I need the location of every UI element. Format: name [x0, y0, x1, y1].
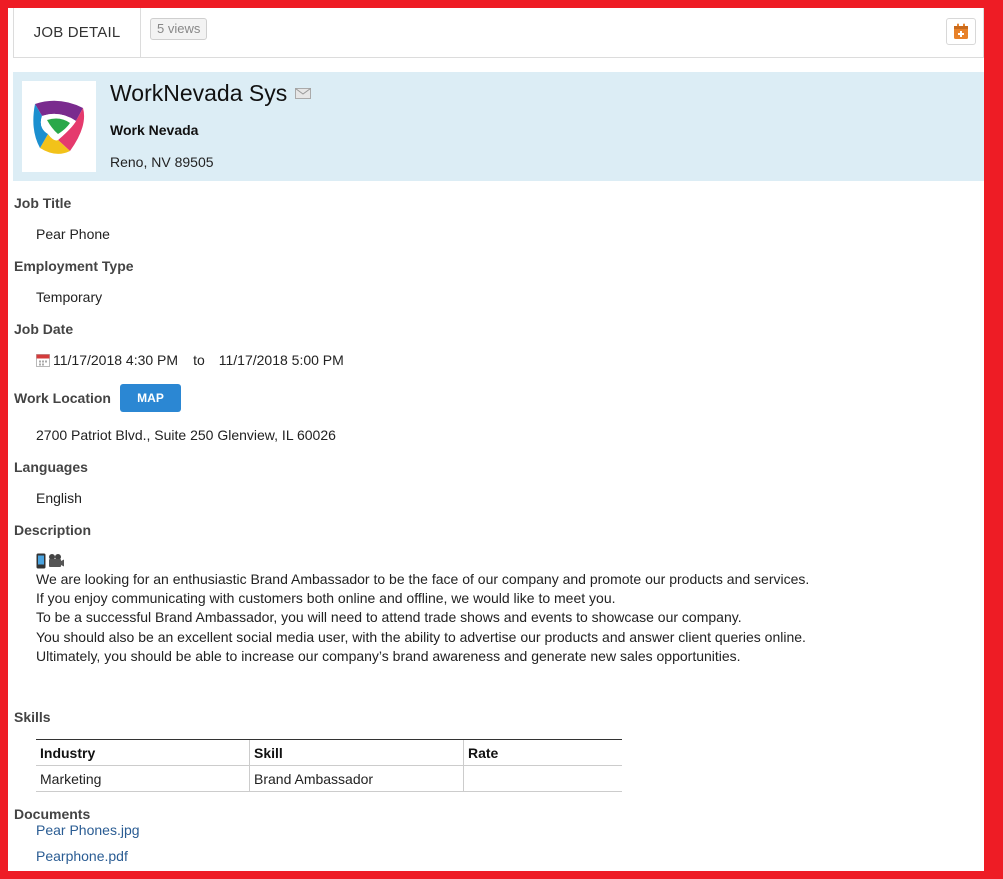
description-line: We are looking for an enthusiastic Brand… [36, 571, 810, 587]
skills-label: Skills [14, 709, 51, 725]
documents-label: Documents [14, 806, 91, 822]
mobile-phone-icon [36, 553, 46, 568]
description-label: Description [14, 522, 92, 538]
skills-header-row: Industry Skill Rate [36, 739, 622, 766]
video-camera-icon [49, 554, 64, 567]
skills-table: Industry Skill Rate Marketing Brand Amba… [36, 739, 622, 792]
cell-rate [463, 765, 622, 792]
company-subtitle: Work Nevada [110, 122, 199, 138]
cell-skill: Brand Ambassador [249, 765, 464, 792]
add-to-calendar-button[interactable] [946, 18, 976, 45]
document-link-jpg[interactable]: Pear Phones.jpg [36, 822, 140, 838]
company-location: Reno, NV 89505 [110, 154, 214, 170]
company-name: WorkNevada Sys [110, 80, 312, 107]
calendar-plus-icon [954, 23, 968, 39]
work-location-label: Work Location [14, 390, 111, 406]
company-name-text: WorkNevada Sys [110, 80, 288, 106]
description-body: We are looking for an enthusiastic Brand… [36, 552, 809, 666]
column-header-industry: Industry [36, 739, 250, 766]
column-header-skill: Skill [249, 739, 464, 766]
worknevada-logo-icon [33, 100, 85, 154]
job-date-separator: to [193, 352, 205, 368]
job-detail-panel: JOB DETAIL 5 views WorkNevada Sys Work N… [8, 8, 984, 871]
employment-type-label: Employment Type [14, 258, 134, 274]
work-location-value: 2700 Patriot Blvd., Suite 250 Glenview, … [36, 427, 336, 443]
views-badge: 5 views [150, 18, 208, 40]
job-date-label: Job Date [14, 321, 74, 337]
description-emoji-row [36, 552, 809, 569]
languages-value: English [36, 490, 82, 506]
company-banner: WorkNevada Sys Work Nevada Reno, NV 8950… [13, 72, 984, 181]
description-line: Ultimately, you should be able to increa… [36, 647, 741, 664]
job-title-label: Job Title [14, 195, 72, 211]
document-link-pdf[interactable]: Pearphone.pdf [36, 848, 128, 864]
panel-header: JOB DETAIL 5 views [13, 8, 984, 58]
job-title-value: Pear Phone [36, 226, 110, 242]
table-row: Marketing Brand Ambassador [36, 765, 622, 792]
column-header-rate: Rate [463, 739, 622, 766]
description-line: If you enjoy communicating with customer… [36, 590, 616, 607]
job-date-start: 11/17/2018 4:30 PM [53, 352, 179, 368]
employment-type-value: Temporary [36, 289, 103, 305]
job-date-end: 11/17/2018 5:00 PM [218, 352, 344, 368]
tab-job-detail[interactable]: JOB DETAIL [14, 8, 141, 57]
description-line: You should also be an excellent social m… [36, 628, 806, 645]
job-date-row: 11/17/2018 4:30 PM to 11/17/2018 5:00 PM [36, 352, 344, 368]
description-line: To be a successful Brand Ambassador, you… [36, 609, 742, 626]
map-button[interactable]: MAP [120, 384, 181, 412]
company-logo[interactable] [22, 81, 96, 172]
envelope-icon[interactable] [295, 88, 312, 99]
cell-industry: Marketing [36, 765, 250, 792]
languages-label: Languages [14, 459, 88, 475]
calendar-icon [36, 354, 50, 367]
